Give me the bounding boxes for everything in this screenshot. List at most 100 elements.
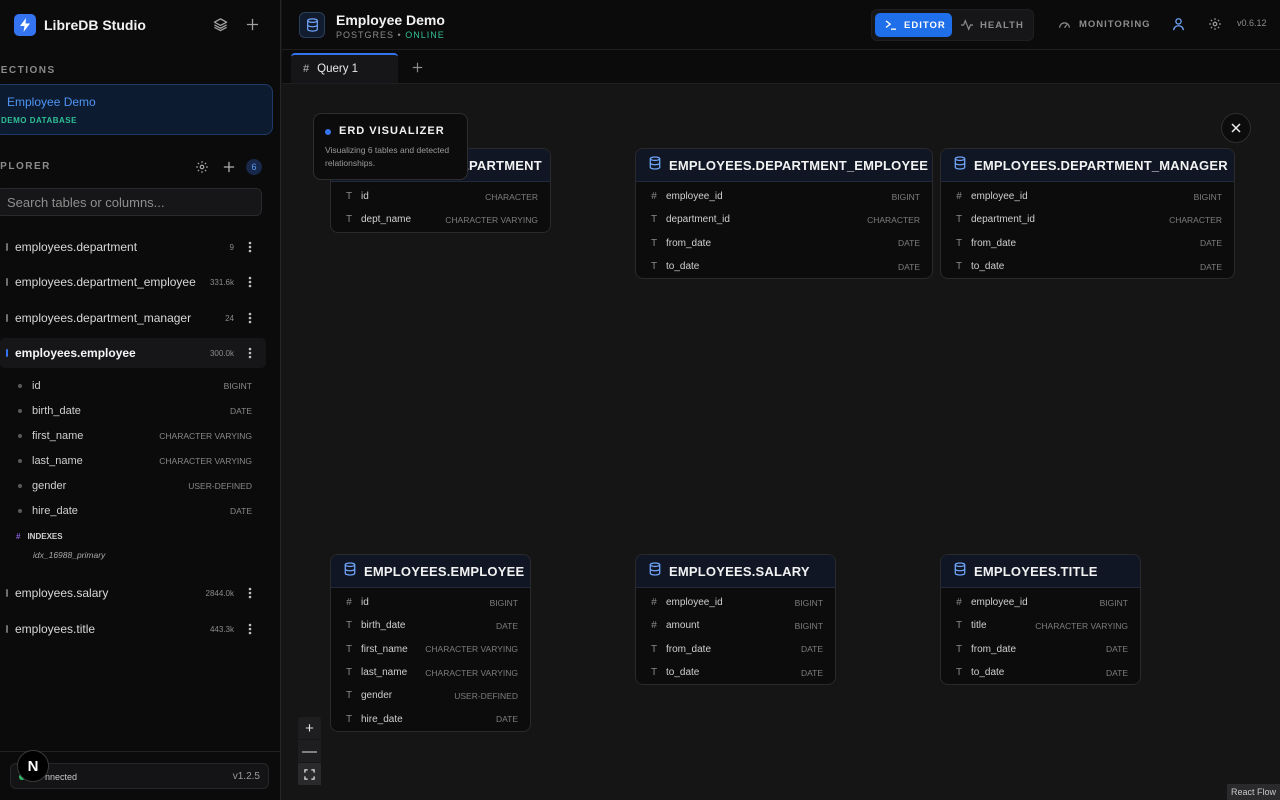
close-erd-button[interactable] [1221, 113, 1251, 143]
erd-field-row[interactable]: # id BIGINT [331, 591, 530, 614]
table-item-employee[interactable]: employees.employee 300.0k [0, 338, 266, 368]
column-item[interactable]: birth_date DATE [0, 399, 262, 423]
erd-field-row[interactable]: Tdepartment_id CHARACTER [941, 208, 1234, 231]
erd-field-name: employee_id [971, 597, 1028, 609]
erd-node-header: EMPLOYEES.SALARY [636, 555, 835, 588]
column-item[interactable]: first_name CHARACTER VARYING [0, 424, 262, 448]
react-flow-attribution[interactable]: React Flow [1226, 784, 1280, 800]
database-icon [649, 561, 661, 581]
settings-gear-icon[interactable] [1208, 14, 1222, 34]
erd-field-row[interactable]: Tto_date DATE [941, 661, 1140, 684]
more-vertical-icon[interactable] [244, 274, 256, 290]
more-vertical-icon[interactable] [244, 621, 256, 637]
brand-name: LibreDB Studio [44, 17, 146, 33]
erd-field-name: to_date [666, 667, 700, 679]
column-item[interactable]: last_name CHARACTER VARYING [0, 449, 262, 473]
erd-field-row[interactable]: Tfirst_name CHARACTER VARYING [331, 638, 530, 661]
erd-field-row[interactable]: # employee_id BIGINT [636, 591, 835, 614]
monitoring-button[interactable]: MONITORING [1058, 14, 1151, 34]
app-version: v1.2.5 [232, 771, 260, 782]
erd-panel-description: Visualizing 6 tables and detected relati… [325, 145, 450, 168]
connection-card[interactable]: Employee Demo DEMO DATABASE [0, 84, 273, 135]
erd-field-row[interactable]: # employee_id BIGINT [941, 591, 1140, 614]
health-tab-button[interactable]: HEALTH [956, 13, 1032, 37]
erd-field-row[interactable]: # employee_id BIGINT [636, 185, 932, 208]
erd-field-row[interactable]: Tgender USER-DEFINED [331, 684, 530, 707]
more-vertical-icon[interactable] [244, 310, 256, 326]
erd-node-employees-department-manager[interactable]: EMPLOYEES.DEPARTMENT_MANAGER # employee_id… [940, 148, 1235, 280]
add-connection-icon[interactable] [242, 14, 262, 34]
settings-icon[interactable] [192, 157, 212, 177]
table-item-title[interactable]: employees.title 443.3k [0, 614, 266, 644]
text-type-icon: T [650, 643, 658, 655]
text-type-icon: T [650, 261, 658, 273]
table-item-department[interactable]: employees.department 9 [0, 232, 266, 262]
column-item[interactable]: hire_date DATE [0, 499, 262, 523]
erd-field-row[interactable]: Tfrom_date DATE [941, 638, 1140, 661]
erd-field-row[interactable]: Ttitle CHARACTER VARYING [941, 614, 1140, 637]
erd-field-row[interactable]: Tdept_name CHARACTER VARYING [331, 208, 550, 231]
erd-field-row[interactable]: Tlast_name CHARACTER VARYING [331, 661, 530, 684]
column-item[interactable]: gender USER-DEFINED [0, 474, 262, 498]
table-item-department-employee[interactable]: employees.department_employee 331.6k [0, 267, 266, 297]
sidebar-divider [0, 751, 280, 752]
erd-field-type: CHARACTER [485, 191, 538, 202]
erd-field-name: from_date [666, 643, 712, 655]
erd-field-name: id [361, 597, 369, 609]
index-name[interactable]: idx_16988_primary [33, 550, 105, 560]
user-icon[interactable] [1172, 14, 1185, 34]
erd-field-row[interactable]: Tfrom_date DATE [636, 232, 932, 255]
erd-node-title: EMPLOYEES.EMPLOYEE [364, 563, 525, 579]
erd-field-row[interactable]: Tfrom_date DATE [636, 638, 835, 661]
more-vertical-icon[interactable] [244, 585, 256, 601]
add-table-icon[interactable] [219, 157, 239, 177]
explorer-label: XPLORER [0, 161, 51, 172]
erd-field-type: DATE [1199, 238, 1222, 249]
column-type: DATE [229, 506, 252, 516]
table-item-department-manager[interactable]: employees.department_manager 24 [0, 303, 266, 333]
erd-field-name: department_id [666, 214, 730, 226]
tab-query-1[interactable]: # Query 1 [291, 53, 398, 83]
text-type-icon: T [650, 214, 658, 226]
erd-field-row[interactable]: Tfrom_date DATE [941, 232, 1234, 255]
erd-canvas[interactable]: EMPLOYEES.DEPARTMENTTidCHARACTERTdept_na… [282, 84, 1280, 800]
erd-field-row[interactable]: Tdepartment_id CHARACTER [636, 208, 932, 231]
erd-field-row[interactable]: Tto_date DATE [941, 255, 1234, 278]
table-search-input[interactable] [0, 188, 262, 216]
table-marker [6, 314, 8, 322]
column-item[interactable]: id BIGINT [0, 374, 262, 398]
database-icon [344, 561, 356, 581]
add-tab-icon[interactable] [409, 59, 425, 75]
erd-field-row[interactable]: # amount BIGINT [636, 614, 835, 637]
layers-icon[interactable] [210, 14, 230, 34]
studio-version: v0.6.12 [1237, 18, 1267, 28]
erd-field-type: USER-DEFINED [454, 690, 518, 701]
erd-node-fields: # employee_id BIGINT # amount BIGINT Tfrom_dat… [636, 588, 835, 684]
erd-node-employees-salary[interactable]: EMPLOYEES.SALARY # employee_id BIGINT # amoun… [635, 554, 836, 686]
erd-field-row[interactable]: Tbirth_date DATE [331, 614, 530, 637]
erd-node-employees-department-employee[interactable]: EMPLOYEES.DEPARTMENT_EMPLOYEE # employee_i… [635, 148, 933, 280]
erd-node-title: EMPLOYEES.DEPARTMENT_EMPLOYEE [669, 157, 929, 173]
erd-node-employees-employee[interactable]: EMPLOYEES.EMPLOYEE # id BIGINT Tbirth_date DA… [330, 554, 531, 732]
editor-tab-button[interactable]: EDITOR [875, 13, 952, 37]
erd-field-type: DATE [897, 261, 920, 272]
zoom-in-button[interactable]: + [298, 717, 321, 740]
erd-field-row[interactable]: Tto_date DATE [636, 661, 835, 684]
erd-node-fields: # id BIGINT Tbirth_date DATE Tfirst_name CHARA… [331, 588, 530, 731]
hash-icon: # [651, 597, 657, 609]
erd-field-row[interactable]: Tid CHARACTER [331, 185, 550, 208]
erd-field-row[interactable]: # employee_id BIGINT [941, 185, 1234, 208]
zoom-out-button[interactable]: — [298, 740, 321, 763]
erd-node-employees-title[interactable]: EMPLOYEES.TITLE # employee_id BIGINT Ttitle C… [940, 554, 1141, 686]
column-bullet [18, 484, 22, 488]
tab-label: Query 1 [317, 63, 359, 75]
table-row-count: 331.6k [209, 277, 234, 287]
text-type-icon: T [650, 237, 658, 249]
erd-field-row[interactable]: Tto_date DATE [636, 255, 932, 278]
erd-field-row[interactable]: Thire_date DATE [331, 707, 530, 730]
nextjs-badge-icon[interactable]: N [17, 750, 49, 782]
more-vertical-icon[interactable] [244, 239, 256, 255]
table-item-salary[interactable]: employees.salary 2844.0k [0, 578, 266, 608]
fit-view-icon[interactable] [298, 763, 321, 786]
more-vertical-icon[interactable] [244, 345, 256, 361]
